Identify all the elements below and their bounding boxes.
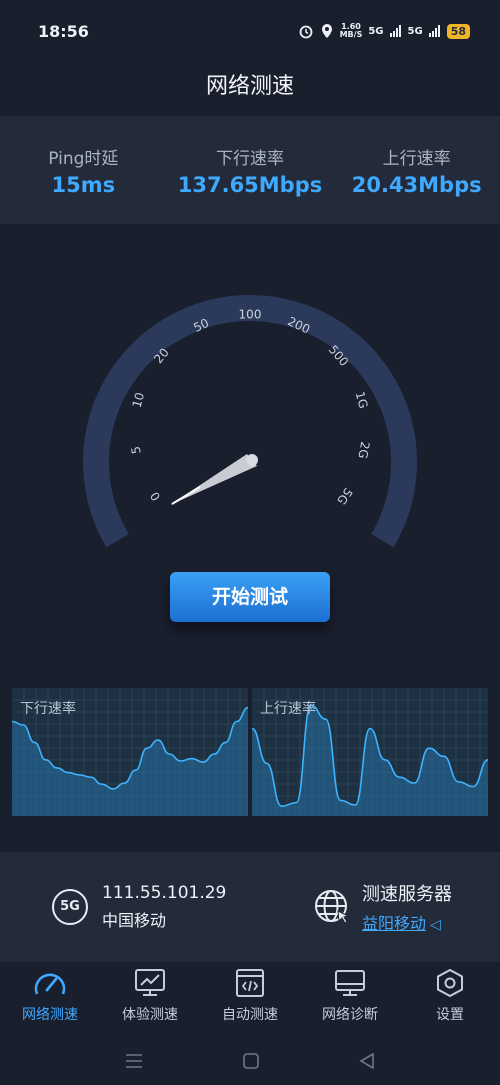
home-icon[interactable] <box>243 1052 259 1069</box>
settings-hexagon-icon <box>437 968 463 998</box>
tab-label: 网络诊断 <box>322 1007 378 1023</box>
server-title: 测速服务器 <box>362 884 452 905</box>
gauge-needle-cap <box>246 454 258 466</box>
location-icon <box>321 24 332 38</box>
stat-upload: 上行速率 20.43Mbps <box>333 116 500 224</box>
monitor-chart-icon <box>135 969 165 996</box>
gauge-tick-label: 100 <box>239 308 262 322</box>
globe-icon <box>315 890 350 924</box>
gauge-arc <box>83 295 417 548</box>
stat-download: 下行速率 137.65Mbps <box>167 116 334 224</box>
bottom-tab-bar: 网络测速 体验测速 自动测速 网络诊断 设置 <box>0 962 500 1036</box>
code-window-icon <box>236 969 264 997</box>
gauge-tick-label: 0 <box>147 489 163 503</box>
alarm-icon <box>299 25 312 39</box>
stats-panel: Ping时延 15ms 下行速率 137.65Mbps 上行速率 20.43Mb… <box>0 116 500 224</box>
upload-graph-label: 上行速率 <box>260 701 316 717</box>
start-test-button[interactable]: 开始测试 <box>170 572 330 622</box>
network-info: 5G 111.55.101.29 中国移动 <box>52 883 312 931</box>
signal-bars-icon <box>428 25 440 37</box>
tab-label: 设置 <box>436 1007 464 1023</box>
gauge-tick-label: 5 <box>129 445 144 455</box>
stat-label: 下行速率 <box>216 149 284 169</box>
carrier-name: 中国移动 <box>102 911 167 930</box>
gauge-tick-label: 5G <box>334 485 355 507</box>
network-speed: 1.60 MB/S <box>339 22 363 39</box>
stat-label: Ping时延 <box>48 149 119 169</box>
desktop-icon <box>335 970 365 996</box>
gauge-needle-tip <box>171 486 201 505</box>
speedometer-icon <box>34 973 66 995</box>
tab-label: 体验测速 <box>122 1007 178 1023</box>
tab-settings[interactable]: 设置 <box>400 962 500 1036</box>
download-graph-label: 下行速率 <box>20 701 76 717</box>
network-info-panel: 5G 111.55.101.29 中国移动 测速服务器 益阳移动 ◁ <box>0 852 500 962</box>
speed-test-server[interactable]: 测速服务器 益阳移动 ◁ <box>312 880 452 934</box>
tab-label: 自动测速 <box>222 1007 278 1023</box>
battery-indicator: 58 <box>446 23 470 39</box>
signal-bars-icon <box>389 25 401 37</box>
status-icons: 1.60 MB/S 5G 5G 58 <box>298 23 470 39</box>
menu-icon[interactable] <box>125 1053 143 1069</box>
tab-label: 网络测速 <box>22 1007 78 1023</box>
stat-value: 15ms <box>51 173 116 197</box>
ip-address: 111.55.101.29 <box>102 883 227 903</box>
stat-value: 137.65Mbps <box>177 173 323 197</box>
speed-graphs: 下行速率 上行速率 <box>12 688 488 816</box>
left-arrow-icon[interactable]: ◁ <box>430 917 441 933</box>
server-name-link[interactable]: 益阳移动 <box>362 910 426 934</box>
status-time: 18:56 <box>38 21 89 41</box>
upload-series-area <box>252 705 488 816</box>
signal-5g-label-2: 5G <box>407 25 423 37</box>
stat-label: 上行速率 <box>382 149 451 169</box>
tab-experience-speed[interactable]: 体验测速 <box>100 962 200 1036</box>
page-title: 网络测速 <box>205 74 294 99</box>
tab-network-speed[interactable]: 网络测速 <box>0 962 100 1036</box>
system-nav-bar <box>0 1036 500 1085</box>
speed-gauge: 0 5 10 20 50 100 200 500 1G 2G 5G <box>0 280 500 570</box>
gauge-tick-label: 10 <box>130 391 147 409</box>
download-graph: 下行速率 <box>12 688 248 816</box>
tab-network-diagnosis[interactable]: 网络诊断 <box>300 962 400 1036</box>
back-icon[interactable] <box>359 1052 375 1069</box>
stat-ping: Ping时延 15ms <box>0 116 167 224</box>
signal-5g-label: 5G <box>368 25 384 37</box>
gauge-tick-label: 1G <box>353 390 371 410</box>
gauge-tick-label: 2G <box>355 441 372 460</box>
status-bar: 18:56 1.60 MB/S 5G 5G 58 <box>0 0 500 62</box>
stat-value: 20.43Mbps <box>351 173 482 197</box>
5g-badge-icon: 5G <box>52 889 88 925</box>
tab-auto-speed[interactable]: 自动测速 <box>200 962 300 1036</box>
upload-graph: 上行速率 <box>252 688 488 816</box>
